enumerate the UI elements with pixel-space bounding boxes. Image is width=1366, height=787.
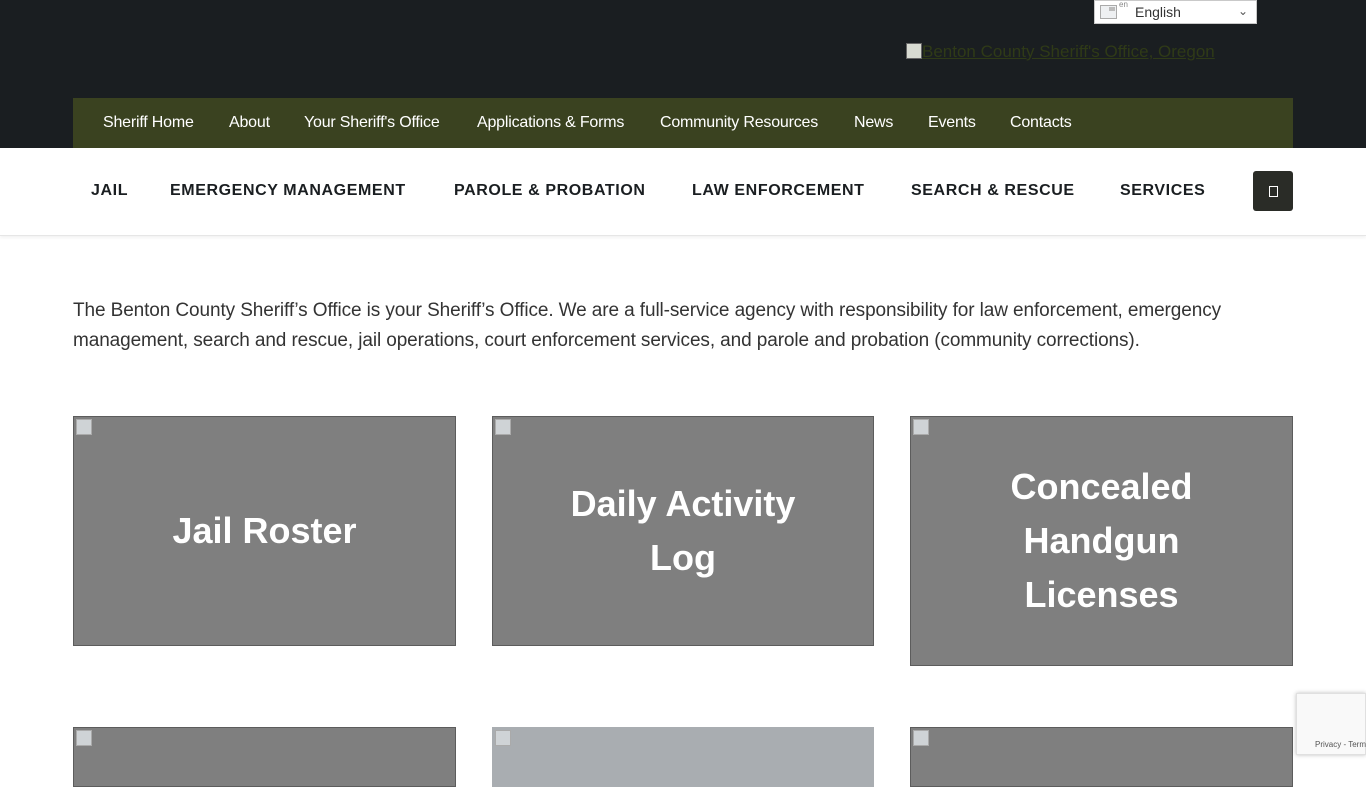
secnav-search-rescue[interactable]: SEARCH & RESCUE [911, 182, 1075, 200]
nav-events[interactable]: Events [928, 114, 976, 132]
card-jail-roster[interactable]: Jail Roster [73, 416, 456, 646]
card-daily-activity-log[interactable]: Daily Activity Log [492, 416, 874, 646]
broken-image-icon [495, 730, 511, 746]
recaptcha-badge[interactable]: Privacy - Terms [1296, 693, 1366, 755]
card[interactable] [492, 727, 874, 787]
nav-news[interactable]: News [854, 114, 893, 132]
intro-paragraph: The Benton County Sheriff’s Office is yo… [73, 300, 1221, 351]
language-code: en [1119, 0, 1128, 9]
language-label: English [1135, 4, 1181, 20]
chevron-down-icon: ⌄ [1237, 4, 1248, 18]
secondary-nav: JAIL EMERGENCY MANAGEMENT PAROLE & PROBA… [0, 148, 1366, 236]
secnav-law-enforcement[interactable]: LAW ENFORCEMENT [692, 182, 865, 200]
broken-image-icon [76, 419, 92, 435]
secnav-services[interactable]: SERVICES [1120, 182, 1205, 200]
secnav-jail[interactable]: JAIL [91, 182, 128, 200]
nav-applications-forms[interactable]: Applications & Forms [477, 114, 624, 132]
broken-image-icon [495, 419, 511, 435]
card-title: Concealed Handgun Licenses [1010, 466, 1193, 615]
nav-community-resources[interactable]: Community Resources [660, 114, 818, 132]
menu-icon [1268, 186, 1278, 198]
card-title: Jail Roster [172, 510, 357, 551]
site-header: en English ⌄ Benton County Sheriff's Off… [0, 0, 1366, 148]
flag-icon [1100, 5, 1117, 19]
card[interactable] [910, 727, 1293, 787]
card-concealed-handgun-licenses[interactable]: Concealed Handgun Licenses [910, 416, 1293, 666]
site-logo-link[interactable]: Benton County Sheriff's Office, Oregon [906, 42, 1246, 66]
recaptcha-links: Privacy - Terms [1315, 740, 1366, 749]
logo-alt-text: Benton County Sheriff's Office, Oregon [922, 42, 1215, 61]
card-title: Daily Activity Log [570, 483, 796, 578]
secnav-emergency-management[interactable]: EMERGENCY MANAGEMENT [170, 182, 406, 200]
recaptcha-terms-link[interactable]: Terms [1348, 740, 1366, 749]
nav-about[interactable]: About [229, 114, 270, 132]
nav-sheriff-home[interactable]: Sheriff Home [103, 114, 194, 132]
broken-image-icon [76, 730, 92, 746]
main-nav: Sheriff Home About Your Sheriff's Office… [73, 98, 1293, 148]
nav-contacts[interactable]: Contacts [1010, 114, 1072, 132]
nav-your-sheriffs-office[interactable]: Your Sheriff's Office [304, 114, 440, 132]
broken-image-icon [906, 43, 922, 59]
language-selector[interactable]: en English ⌄ [1094, 0, 1257, 24]
menu-button[interactable] [1253, 171, 1293, 211]
card[interactable] [73, 727, 456, 787]
broken-image-icon [913, 419, 929, 435]
secnav-parole-probation[interactable]: PAROLE & PROBATION [454, 182, 646, 200]
broken-image-icon [913, 730, 929, 746]
recaptcha-privacy-link[interactable]: Privacy [1315, 740, 1341, 749]
